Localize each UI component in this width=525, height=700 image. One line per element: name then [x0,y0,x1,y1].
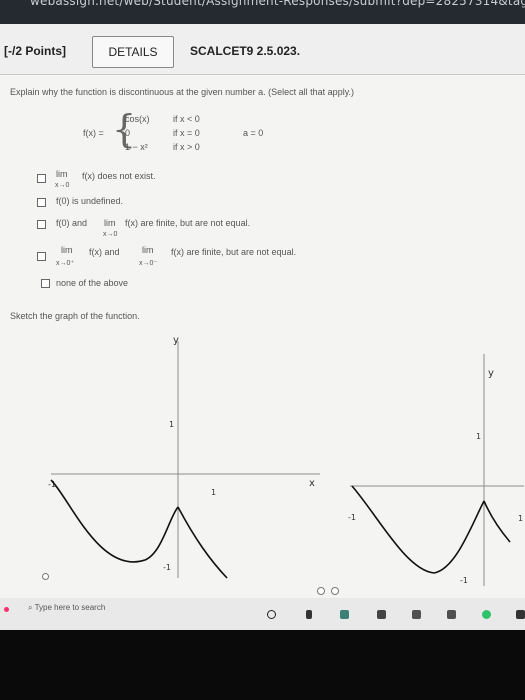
taskbar-search[interactable]: ⌕ Type here to search [28,603,105,613]
option4-lim2: lim [142,245,154,255]
option5-text: none of the above [56,278,129,288]
app-icon-2[interactable] [377,610,386,619]
right-y-label: y [488,368,494,379]
url-text: webassign.net/web/Student/Assignment-Res… [30,0,525,8]
checkbox-option-2[interactable] [37,198,46,207]
option4-lim: lim [61,245,73,255]
left-y-tick-neg1: -1 [163,563,171,572]
task-view-icon[interactable] [306,610,312,619]
windows-taskbar: ⌕ Type here to search [0,598,525,630]
option1-limit-sub: x→0 [55,182,70,189]
right-y-tick-neg1: -1 [460,576,468,585]
case2-expression: 0 [125,128,131,138]
case3-expression: 1 − x² [125,142,148,152]
a-value: a = 0 [243,128,264,138]
option1-lim: lim [56,169,68,179]
question-header: [-/2 Points] DETAILS SCALCET9 2.5.023. [0,24,525,75]
sketch-prompt: Sketch the graph of the function. [10,311,140,321]
option3-text: f(x) are finite, but are not equal. [125,218,251,228]
chrome-icon[interactable] [482,610,491,619]
points-label: [-/2 Points] [4,44,66,58]
left-x-tick-1: 1 [211,488,216,497]
search-icon: ⌕ [28,603,33,612]
option3-lim: lim [104,218,116,228]
checkbox-option-5[interactable] [41,279,50,288]
right-cos-curve [351,485,485,574]
case3-condition: if x > 0 [173,142,200,152]
webassign-page: [-/2 Points] DETAILS SCALCET9 2.5.023. E… [0,24,525,598]
case1-expression: cos(x) [125,114,150,124]
left-y-label: y [173,335,179,346]
right-parabola-curve [483,500,511,543]
option4-limit-sub2: x→0⁻ [139,260,158,267]
checkbox-option-4[interactable] [37,252,46,261]
option2-text: f(0) is undefined. [56,196,124,206]
option4-limit-sub: x→0⁺ [56,260,75,267]
option4-text2: f(x) are finite, but are not equal. [171,247,297,257]
right-graph-canvas[interactable]: y 1 1 -1 -1 [348,346,525,586]
cortana-icon[interactable] [267,610,276,619]
search-placeholder: Type here to search [34,603,106,612]
app-icon-5[interactable] [516,610,525,619]
case1-condition: if x < 0 [173,114,200,124]
option1-text: f(x) does not exist. [82,171,156,181]
case2-condition: if x = 0 [173,128,200,138]
right-x-tick-neg1: -1 [348,513,356,522]
screen-bezel [0,630,525,700]
start-indicator-icon [4,607,9,612]
details-button[interactable]: DETAILS [92,36,174,68]
browser-address-bar[interactable]: webassign.net/web/Student/Assignment-Res… [0,0,525,24]
right-x-tick-1: 1 [518,514,523,523]
option3-limit-sub: x→0 [103,231,118,238]
option4-text: f(x) and [89,247,120,257]
option3-pre: f(0) and [56,218,88,228]
info-icon[interactable] [317,587,325,595]
right-y-tick-1: 1 [476,432,481,441]
left-parabola-curve [177,506,228,579]
left-x-label: x [309,478,315,489]
problem-code: SCALCET9 2.5.023. [190,44,301,58]
checkbox-option-1[interactable] [37,174,46,183]
left-cos-curve [50,479,179,563]
left-y-tick-1: 1 [169,420,174,429]
question-prompt: Explain why the function is discontinuou… [10,87,355,97]
graph-toggle-icon[interactable] [331,587,339,595]
function-lhs: f(x) = [83,128,104,138]
left-graph-canvas[interactable]: y x 1 1 -1 -1 [45,334,330,579]
app-icon-4[interactable] [447,610,456,619]
app-icon-3[interactable] [412,610,421,619]
app-icon-1[interactable] [340,610,349,619]
checkbox-option-3[interactable] [37,220,46,229]
radio-circle-icon[interactable] [42,573,49,580]
